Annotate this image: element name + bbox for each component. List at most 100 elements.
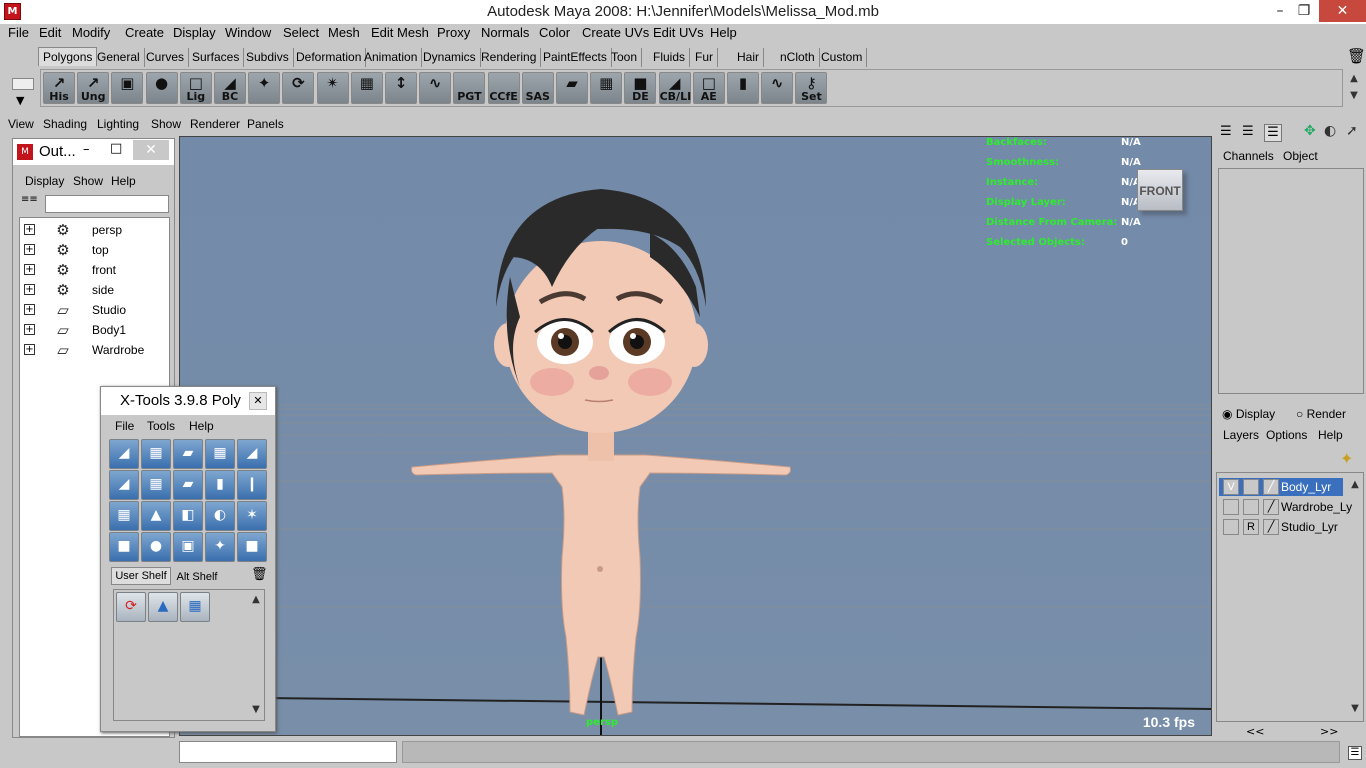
shelf-button-bc[interactable]: ◢ BC (214, 72, 246, 104)
shelf-button-rotate-tool-icon[interactable]: ⟳ (282, 72, 315, 104)
shelf-button-lig[interactable]: □ Lig (179, 72, 212, 104)
layer-type-toggle[interactable] (1243, 479, 1259, 495)
layer-menu-options[interactable]: Options (1266, 428, 1307, 442)
cube-icon[interactable]: ■ (109, 532, 139, 562)
scatter-icon[interactable]: ✶ (237, 501, 267, 531)
layer-scroll-up-icon[interactable]: ▲ (1347, 477, 1363, 495)
panel-menu-panels[interactable]: Panels (247, 117, 284, 131)
layer-color-icon[interactable]: ╱ (1263, 499, 1279, 515)
shelf-button-pgt[interactable]: PGT (453, 72, 486, 104)
shelf-tab-deformation[interactable]: Deformation (292, 48, 367, 67)
shelf-tab-subdivs[interactable]: Subdivs (242, 48, 294, 67)
bridge-edge-icon[interactable]: ◧ (173, 501, 203, 531)
shelf-button-manipulator-icon[interactable]: ✦ (248, 72, 281, 104)
shelf-tab-fur[interactable]: Fur (691, 48, 718, 67)
outliner-item-front[interactable]: + ⚙ front (20, 260, 168, 280)
panel-menu-lighting[interactable]: Lighting (97, 117, 139, 131)
shelf-tab-dynamics[interactable]: Dynamics (419, 48, 481, 67)
shelf-button-sas[interactable]: SAS (521, 72, 554, 104)
shelf-button-cb-li[interactable]: ◢ CB/LI (658, 72, 691, 104)
view-cube[interactable]: FRONT (1137, 169, 1183, 211)
outliner-minimize-button[interactable]: – (83, 142, 90, 157)
shelf-tabs-toggle[interactable] (12, 78, 34, 90)
layer-type-toggle[interactable] (1243, 499, 1259, 515)
layer-visibility-toggle[interactable]: V (1223, 479, 1239, 495)
maximize-button[interactable]: ❐ (1286, 0, 1322, 22)
extrude-icon[interactable]: ◢ (237, 439, 267, 469)
spikes-icon[interactable]: ❙ (237, 470, 267, 500)
shelf-tab-animation[interactable]: Animation (360, 48, 423, 67)
shelf-button-ccfe[interactable]: CCfE (487, 72, 520, 104)
xtools-menu-file[interactable]: File (115, 419, 134, 433)
shelf-tab-fluids[interactable]: Fluids (649, 48, 691, 67)
plane-icon[interactable]: ▰ (173, 439, 203, 469)
trash-icon[interactable]: 🗑 (1347, 47, 1366, 65)
outliner-close-button[interactable]: ✕ (133, 140, 169, 160)
menu-edit-uvs[interactable]: Edit UVs (653, 25, 704, 40)
outliner-menu-help[interactable]: Help (111, 174, 136, 188)
wrench-icon[interactable]: ■ (237, 532, 267, 562)
shelf-tab-curves[interactable]: Curves (142, 48, 190, 67)
shelf-button-his[interactable]: ↗ His (43, 72, 75, 104)
layer-mode-display-radio[interactable]: ◉ Display (1222, 407, 1275, 421)
viewport-panel[interactable]: Backfaces: N/A Smoothness: N/A Instance: N/A D… (179, 136, 1212, 736)
expand-icon[interactable]: + (24, 344, 35, 355)
menu-window[interactable]: Window (225, 25, 271, 40)
menu-mesh[interactable]: Mesh (328, 25, 360, 40)
menu-edit[interactable]: Edit (39, 25, 61, 40)
xtools-tab-user-shelf[interactable]: User Shelf (111, 567, 171, 585)
outliner-header[interactable]: M Out... – □ ✕ (13, 139, 174, 165)
shelf-menu[interactable]: ▼ (10, 72, 36, 108)
bevel-icon[interactable]: ◢ (109, 439, 139, 469)
layer-mode-render-radio[interactable]: ○ Render (1296, 407, 1346, 421)
expand-icon[interactable]: + (24, 284, 35, 295)
shelf-tab-toon[interactable]: Toon (607, 48, 643, 67)
shelf-scroll-up-icon[interactable]: ▲ (1346, 71, 1362, 89)
outliner-item-wardrobe[interactable]: + ▱ Wardrobe (20, 340, 168, 360)
outliner-filter-icon[interactable]: ≡≡ (21, 195, 43, 213)
outliner-item-side[interactable]: + ⚙ side (20, 280, 168, 300)
shelf-tab-surfaces[interactable]: Surfaces (188, 48, 245, 67)
channel-box-tab-object[interactable]: Object (1283, 149, 1318, 163)
shelf-button-ae[interactable]: □ AE (692, 72, 725, 104)
shelf-button-path-icon[interactable]: ∿ (761, 72, 794, 104)
cone-icon[interactable]: ▲ (141, 501, 171, 531)
menu-edit-mesh[interactable]: Edit Mesh (371, 25, 429, 40)
panel-menu-show[interactable]: Show (151, 117, 181, 131)
uv-select-icon[interactable]: ▦ (205, 439, 235, 469)
xtools-trash-icon[interactable]: 🗑 (251, 567, 268, 582)
shelf-button-uv-layout-icon[interactable]: ▦ (590, 72, 623, 104)
cylinder-icon[interactable]: ▮ (205, 470, 235, 500)
xtools-close-button[interactable]: ✕ (249, 392, 267, 410)
tool-settings-layout-icon[interactable]: ☰ (1264, 124, 1282, 142)
layer-visibility-toggle[interactable] (1223, 499, 1239, 515)
sphere-icon[interactable]: ● (141, 532, 171, 562)
menu-display[interactable]: Display (173, 25, 216, 40)
expand-icon[interactable]: + (24, 304, 35, 315)
menu-normals[interactable]: Normals (481, 25, 529, 40)
menu-color[interactable]: Color (539, 25, 570, 40)
uv-grid-icon[interactable]: ▦ (180, 592, 210, 622)
shelf-tab-hair[interactable]: Hair (733, 48, 765, 67)
shading-icon[interactable]: ◐ (1324, 123, 1336, 139)
expand-icon[interactable]: + (24, 224, 35, 235)
layer-nav-next[interactable]: >> (1320, 725, 1338, 738)
shelf-button-set[interactable]: ⚷ Set (795, 72, 828, 104)
attribute-editor-layout-icon[interactable]: ☰ (1242, 124, 1254, 139)
layer-scroll-down-icon[interactable]: ▼ (1347, 701, 1363, 719)
shelf-button-cylinder-icon[interactable]: ▮ (727, 72, 759, 104)
xtools-menu-tools[interactable]: Tools (147, 419, 175, 433)
axis-icon[interactable]: ✥ (1304, 123, 1316, 139)
xtools-scroll-down-icon[interactable]: ▼ (248, 702, 264, 720)
channel-box-layout-icon[interactable]: ☰ (1220, 124, 1232, 139)
shelf-button-cube-stack-icon[interactable]: ▣ (111, 72, 144, 104)
xtools-scroll-up-icon[interactable]: ▲ (248, 592, 264, 610)
outliner-filter-input[interactable] (45, 195, 169, 213)
layer-row-wardrobe-ly[interactable]: ╱ Wardrobe_Ly (1219, 498, 1352, 516)
shelf-tab-rendering[interactable]: Rendering (477, 48, 542, 67)
layer-row-studio-lyr[interactable]: R ╱ Studio_Lyr (1219, 518, 1343, 536)
shelf-button-sphere-icon[interactable]: ● (145, 72, 178, 104)
shelf-tab-painteffects[interactable]: PaintEffects (539, 48, 612, 67)
menu-help[interactable]: Help (710, 25, 737, 40)
shelf-menu-arrow-icon[interactable]: ▼ (16, 94, 24, 107)
